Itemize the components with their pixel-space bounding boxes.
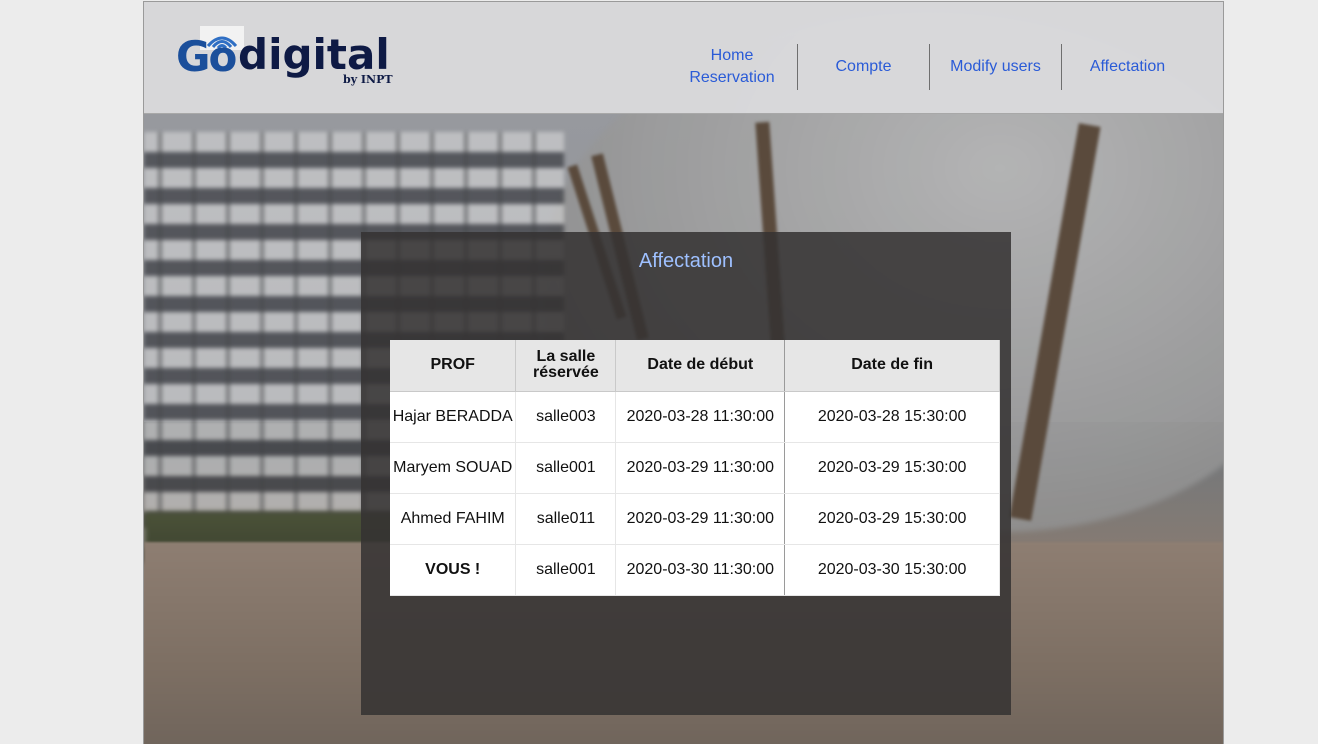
cell-salle: salle011 bbox=[515, 492, 617, 545]
affectation-table: PROF La salle réservée Date de début Dat… bbox=[390, 340, 1000, 596]
cell-salle: salle003 bbox=[515, 391, 617, 443]
column-header-salle: La salle réservée bbox=[515, 340, 617, 392]
cell-date-debut: 2020-03-28 11:30:00 bbox=[615, 391, 786, 443]
cell-date-fin: 2020-03-30 15:30:00 bbox=[784, 543, 1000, 596]
logo-digital-text: digital bbox=[238, 30, 390, 79]
cell-prof: VOUS ! bbox=[390, 543, 517, 596]
panel-title: Affectation bbox=[638, 250, 734, 272]
cell-date-fin: 2020-03-29 15:30:00 bbox=[784, 442, 1000, 494]
table-header-row: PROF La salle réservée Date de début Dat… bbox=[390, 340, 1000, 392]
cell-date-debut: 2020-03-29 11:30:00 bbox=[615, 442, 786, 494]
cell-date-debut: 2020-03-29 11:30:00 bbox=[615, 492, 786, 545]
cell-salle: salle001 bbox=[515, 543, 617, 596]
nav-affectation[interactable]: Affectation bbox=[1061, 44, 1193, 90]
cell-salle: salle001 bbox=[515, 442, 617, 494]
column-header-prof: PROF bbox=[390, 340, 517, 392]
cell-prof: Hajar BERADDA bbox=[390, 391, 517, 443]
table-row: Ahmed FAHIM salle011 2020-03-29 11:30:00… bbox=[390, 492, 1000, 545]
main-nav: Home Reservation Compte Modify users Aff… bbox=[667, 44, 1193, 90]
nav-modify-users[interactable]: Modify users bbox=[929, 44, 1061, 90]
cell-date-fin: 2020-03-28 15:30:00 bbox=[784, 391, 1000, 443]
logo-go-text: Go bbox=[176, 32, 237, 81]
table-row: Hajar BERADDA salle003 2020-03-28 11:30:… bbox=[390, 391, 1000, 443]
cell-date-debut: 2020-03-30 11:30:00 bbox=[615, 543, 786, 596]
top-header: Go digital by INPT Home Reservation Comp… bbox=[144, 2, 1223, 114]
nav-home-reservation[interactable]: Home Reservation bbox=[667, 44, 797, 90]
column-header-date-debut: Date de début bbox=[615, 340, 786, 392]
godigital-logo[interactable]: Go digital by INPT bbox=[176, 26, 396, 90]
page-frame: Go digital by INPT Home Reservation Comp… bbox=[143, 1, 1224, 744]
cell-date-fin: 2020-03-29 15:30:00 bbox=[784, 492, 1000, 545]
table-row: Maryem SOUAD salle001 2020-03-29 11:30:0… bbox=[390, 442, 1000, 494]
cell-prof: Ahmed FAHIM bbox=[390, 492, 517, 545]
column-header-date-fin: Date de fin bbox=[784, 340, 1000, 392]
table-row: VOUS ! salle001 2020-03-30 11:30:00 2020… bbox=[390, 543, 1000, 596]
affectation-panel: Affectation PROF La salle réservée Date … bbox=[361, 232, 1011, 715]
logo-subtext: by INPT bbox=[343, 73, 393, 86]
cell-prof: Maryem SOUAD bbox=[390, 442, 517, 494]
nav-compte[interactable]: Compte bbox=[797, 44, 929, 90]
